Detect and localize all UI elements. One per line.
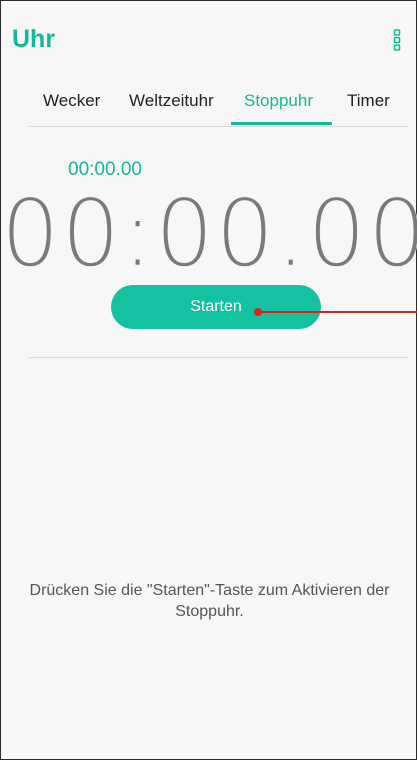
more-vert-icon[interactable]	[391, 29, 403, 51]
hint-text: Drücken Sie die "Starten"-Taste zum Akti…	[29, 582, 390, 620]
active-tab-indicator	[231, 122, 332, 125]
clock-app-screen: Uhr Wecker Weltzeituhr Stoppuhr Timer 00…	[0, 0, 417, 760]
tab-weltzeituhr[interactable]: Weltzeituhr	[129, 91, 214, 111]
lap-time: 00:00.00	[68, 159, 142, 180]
pointer-line	[258, 311, 417, 313]
tab-stoppuhr[interactable]: Stoppuhr	[244, 91, 313, 111]
pointer-dot	[254, 308, 262, 316]
stopwatch-display: 00:00.00	[1, 180, 417, 288]
tab-bar: Wecker Weltzeituhr Stoppuhr Timer	[1, 79, 417, 125]
content-divider	[28, 357, 408, 358]
tab-wecker[interactable]: Wecker	[43, 91, 100, 111]
tab-timer[interactable]: Timer	[347, 91, 390, 111]
start-button[interactable]: Starten	[111, 285, 321, 329]
tabs-divider	[28, 126, 408, 127]
app-title: Uhr	[12, 25, 56, 53]
